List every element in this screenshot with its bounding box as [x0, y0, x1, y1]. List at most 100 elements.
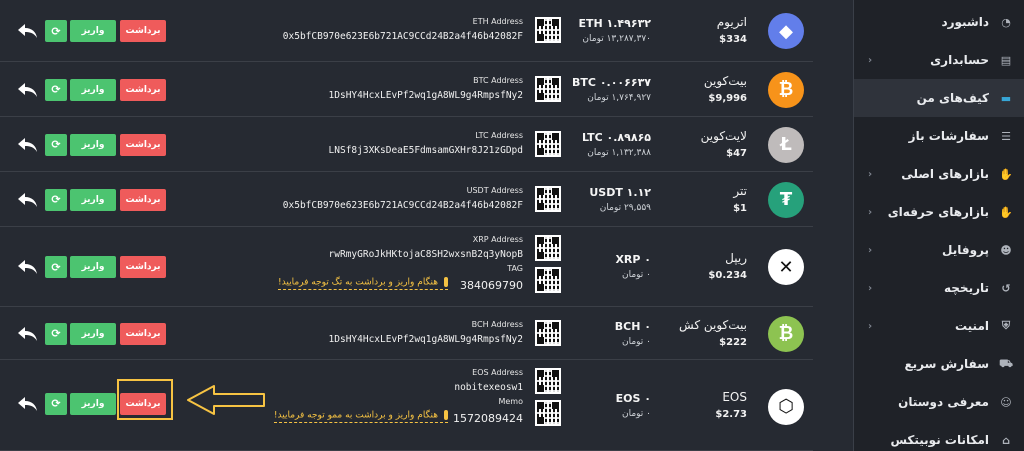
wallet-balance-toman: ۱,۱۳۲,۳۸۸ تومان — [587, 147, 651, 158]
gift-icon: ⌂ — [1002, 433, 1010, 447]
sidebar-item-label: حسابداری — [930, 53, 989, 67]
coin-name: بیت‌کوین کش — [679, 317, 747, 332]
sidebar-item-label: سفارشات باز — [908, 129, 989, 143]
reply-arrow-icon[interactable] — [16, 136, 38, 154]
wallet-address[interactable]: 1DsHY4HcxLEvPf2wq1gA8WL9g4RmpsfNy2 — [329, 90, 523, 101]
tag-warning-text: هنگام واریز و برداشت به ممو توجه فرمایید… — [273, 410, 438, 421]
wallet-address[interactable]: 1DsHY4HcxLEvPf2wq1gA8WL9g4RmpsfNy2 — [329, 334, 523, 345]
sidebar-item[interactable]: ☰ سفارشات باز — [854, 117, 1024, 155]
reply-arrow-icon[interactable] — [16, 191, 38, 209]
address-qr-code[interactable] — [535, 235, 561, 261]
coin-logo-icon: ₮ — [768, 181, 804, 218]
tag-label: TAG — [507, 264, 523, 273]
reply-arrow-icon[interactable] — [16, 395, 38, 413]
sidebar-item[interactable]: ⛟ سفارش سریع — [854, 345, 1024, 383]
deposit-button[interactable]: واریز — [70, 256, 116, 278]
sidebar-item[interactable]: ▬ کیف‌های من — [854, 79, 1024, 117]
sidebar-item[interactable]: ☺ معرفی دوستان — [854, 383, 1024, 421]
sidebar-item[interactable]: ⛨ امنیت ‹ — [854, 307, 1024, 345]
refresh-button[interactable]: ⟳ — [45, 133, 67, 156]
deposit-button[interactable]: واریز — [70, 322, 116, 345]
wallet-address[interactable]: 0x5bfCB970e623E6b721AC9CCd24B2a4f46b4208… — [283, 31, 523, 42]
withdraw-button[interactable]: برداشت — [120, 322, 166, 345]
coin-name: EOS — [722, 389, 747, 404]
chevron-left-icon: ‹ — [868, 168, 873, 180]
refresh-button[interactable]: ⟳ — [45, 392, 67, 415]
sidebar-item[interactable]: ▤ حسابداری ‹ — [854, 41, 1024, 79]
coin-logo-icon: ◆ — [768, 13, 804, 49]
sidebar-item[interactable]: ☻ پروفایل ‹ — [854, 231, 1024, 269]
coin-logo-icon: ₿ — [768, 315, 804, 352]
tag-value[interactable]: 384069790 — [460, 279, 523, 292]
tag-qr-code[interactable] — [535, 267, 561, 293]
shield-icon: ⛨ — [1001, 319, 1011, 332]
sidebar-item[interactable]: ◔ داشبورد — [854, 3, 1024, 41]
withdraw-button[interactable]: برداشت — [120, 188, 166, 211]
deposit-button[interactable]: واریز — [70, 78, 116, 101]
refresh-button[interactable]: ⟳ — [45, 20, 67, 42]
withdraw-button[interactable]: برداشت — [120, 133, 166, 156]
chevron-left-icon: ‹ — [868, 282, 873, 294]
wallet-balance: EOS ۰ — [615, 391, 651, 405]
history-icon: ↺ — [1001, 281, 1011, 295]
deposit-button[interactable]: واریز — [70, 188, 116, 211]
wallet-balance: ETH ۱.۴۹۶۳۲ — [578, 17, 651, 30]
refresh-button[interactable]: ⟳ — [45, 78, 67, 101]
sidebar-item-label: بازارهای اصلی — [901, 167, 989, 181]
withdraw-button[interactable]: برداشت — [120, 78, 166, 101]
content-gutter — [813, 0, 853, 451]
address-qr-code[interactable] — [535, 130, 561, 157]
tag-qr-code[interactable] — [535, 400, 561, 426]
address-label: XRP Address — [472, 235, 523, 244]
sidebar-item[interactable]: ↺ تاریخچه ‹ — [854, 269, 1024, 307]
wallet-address[interactable]: rwRmyGRoJkHKtojaC8SH2wxsnB2q3yNopB — [329, 249, 523, 260]
address-qr-code[interactable] — [535, 17, 561, 43]
withdraw-button[interactable]: برداشت — [120, 20, 166, 42]
address-label: EOS Address — [472, 368, 523, 377]
sidebar-item-label: کیف‌های من — [916, 91, 989, 105]
refresh-button[interactable]: ⟳ — [45, 322, 67, 345]
tag-label: Memo — [498, 397, 523, 406]
warning-icon — [444, 410, 448, 420]
wallet-address[interactable]: LNSf8j3XKsDeaE5FdmsamGXHr8J21zGDpd — [329, 145, 523, 156]
coin-name: اتریوم — [716, 15, 747, 29]
address-qr-code[interactable] — [535, 368, 561, 394]
coin-logo-icon: Ł — [768, 126, 804, 163]
sidebar-item[interactable]: ⌂ امکانات نوبیتکس — [854, 421, 1024, 451]
address-label: BCH Address — [471, 319, 523, 329]
chevron-left-icon: ‹ — [868, 320, 873, 332]
coin-name: بیت‌کوین — [703, 73, 747, 88]
coin-usd-price: $0.234 — [708, 270, 747, 281]
tag-warning-text: هنگام واریز و برداشت به تگ توجه فرمایید! — [278, 277, 438, 288]
sidebar-item-label: امکانات نوبیتکس — [890, 433, 989, 447]
address-qr-code[interactable] — [535, 319, 561, 346]
coin-usd-price: $47 — [726, 147, 747, 159]
deposit-button[interactable]: واریز — [70, 392, 116, 415]
wallet-address[interactable]: nobitexeosw1 — [454, 382, 523, 393]
coin-usd-price: $1 — [733, 202, 747, 214]
wallet-balance-toman: ۰ تومان — [621, 336, 651, 347]
sidebar-item-label: پروفایل — [941, 243, 989, 257]
deposit-button[interactable]: واریز — [70, 20, 116, 42]
deposit-button[interactable]: واریز — [70, 133, 116, 156]
address-qr-code[interactable] — [535, 185, 561, 212]
sidebar-item[interactable]: ✋ بازارهای اصلی ‹ — [854, 155, 1024, 193]
sidebar-item-label: امنیت — [954, 319, 989, 333]
withdraw-button[interactable]: برداشت — [120, 256, 166, 278]
refresh-button[interactable]: ⟳ — [45, 256, 67, 278]
sidebar-item[interactable]: ✋ بازارهای حرفه‌ای ‹ — [854, 193, 1024, 231]
reply-arrow-icon[interactable] — [16, 81, 38, 99]
reply-arrow-icon[interactable] — [16, 22, 38, 40]
address-qr-code[interactable] — [535, 75, 561, 102]
handshake-icon: ✋ — [999, 167, 1013, 181]
coin-name: تتر — [733, 183, 747, 198]
address-label: USDT Address — [466, 185, 523, 195]
refresh-button[interactable]: ⟳ — [45, 188, 67, 211]
reply-arrow-icon[interactable] — [16, 258, 38, 276]
users-icon: ☺ — [1000, 395, 1012, 409]
wallet-address[interactable]: 0x5bfCB970e623E6b721AC9CCd24B2a4f46b4208… — [283, 200, 523, 211]
tag-value[interactable]: 1572089424 — [453, 412, 523, 425]
reply-arrow-icon[interactable] — [16, 325, 38, 343]
wallet-balance: USDT ۱.۱۲ — [589, 185, 651, 199]
coin-usd-price: $9,996 — [708, 92, 747, 104]
